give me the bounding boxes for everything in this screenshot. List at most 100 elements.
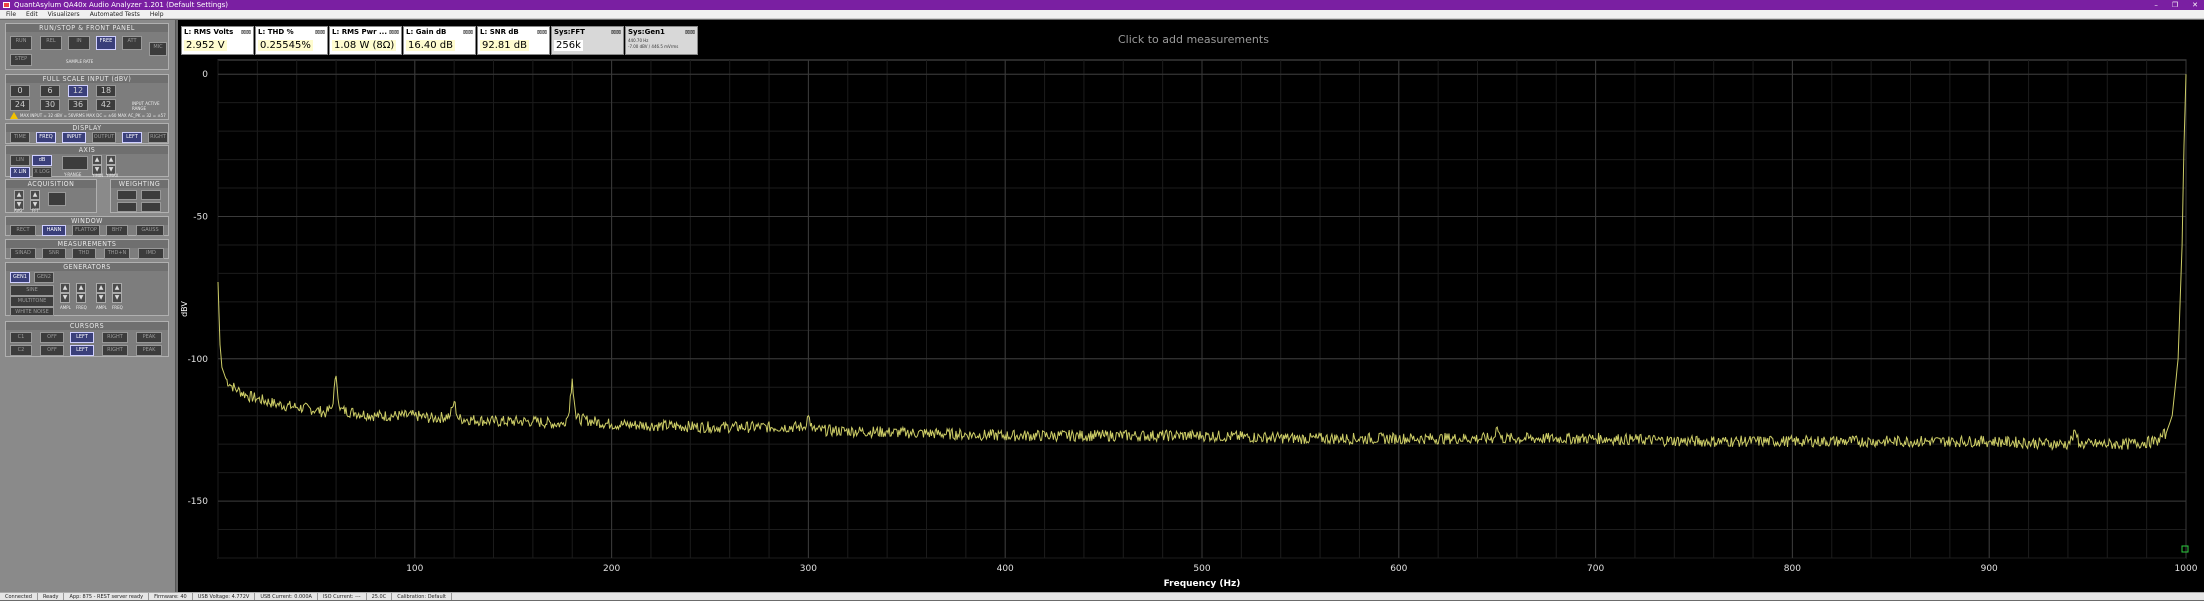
range-6-button[interactable]: 6: [40, 85, 60, 97]
gen2-ampl-down[interactable]: ▼: [96, 293, 106, 303]
hann-window-button[interactable]: HANN: [42, 225, 66, 236]
close-icon[interactable]: ⊠⊠: [315, 29, 325, 36]
cursor2-left-button[interactable]: LEFT: [70, 345, 94, 356]
weighting-a-button[interactable]: [117, 190, 137, 200]
att-button[interactable]: ATT: [122, 36, 142, 50]
menu-edit[interactable]: Edit: [26, 10, 38, 18]
close-icon[interactable]: ⊠⊠: [389, 29, 399, 36]
freq-button[interactable]: FREQ: [36, 132, 56, 143]
menu-automated-tests[interactable]: Automated Tests: [90, 10, 140, 18]
in-button[interactable]: IN: [68, 36, 90, 50]
left-channel-button[interactable]: LEFT: [122, 132, 142, 143]
x-lin-button[interactable]: X LIN: [10, 167, 30, 178]
gen1-ampl-down[interactable]: ▼: [60, 293, 70, 303]
gen2-button[interactable]: GEN2: [34, 272, 54, 283]
flattop-window-button[interactable]: FLATTOP: [72, 225, 100, 236]
menu-help[interactable]: Help: [150, 10, 164, 18]
x-log-button[interactable]: X LOG: [32, 167, 52, 178]
sine-button[interactable]: SINE: [10, 285, 54, 296]
gen2-freq-up[interactable]: ▲: [112, 283, 122, 293]
readout-gen1[interactable]: Sys:Gen1 ⊠⊠ 440.70 Hz -7.00 dBV / 446.5 …: [625, 26, 698, 55]
rect-window-button[interactable]: RECT: [10, 225, 36, 236]
range-30-button[interactable]: 30: [40, 99, 60, 111]
free-button[interactable]: FREE: [96, 36, 116, 50]
weighting-section: WEIGHTING: [110, 179, 169, 213]
range-12-button[interactable]: 12: [68, 85, 88, 97]
weighting-c-button[interactable]: [141, 190, 161, 200]
cursor1-off-button[interactable]: OFF: [40, 332, 64, 343]
spectrum-plot-area[interactable]: 100 200 300 400 500 600 700 800 900 1000 0 -50 -100 -…: [178, 20, 2204, 592]
cursor2-label[interactable]: C2: [10, 345, 32, 356]
add-measurements-link[interactable]: Click to add measurements: [1118, 33, 1269, 46]
step-button[interactable]: STEP: [10, 54, 32, 66]
range-42-button[interactable]: 42: [96, 99, 116, 111]
white-noise-button[interactable]: WHITE NOISE: [10, 307, 54, 316]
thdn-button[interactable]: THD+N: [104, 248, 130, 259]
close-icon[interactable]: ⊠⊠: [463, 29, 473, 36]
cursor2-right-button[interactable]: RIGHT: [102, 345, 128, 356]
y-lin-button[interactable]: LIN: [10, 155, 30, 166]
close-icon[interactable]: ⊠⊠: [611, 29, 621, 36]
acq-mode-button[interactable]: [48, 192, 66, 206]
close-icon[interactable]: ⊠⊠: [537, 29, 547, 36]
time-button[interactable]: TIME: [10, 132, 30, 143]
gen1-button[interactable]: GEN1: [10, 272, 30, 283]
input-button[interactable]: INPUT: [62, 132, 86, 143]
y-max-up[interactable]: ▲: [106, 155, 116, 165]
gen1-freq-up[interactable]: ▲: [76, 283, 86, 293]
minimize-button[interactable]: –: [2154, 0, 2158, 10]
status-firmware: Firmware: 40: [149, 593, 193, 600]
fullscale-title: FULL SCALE INPUT (dBV): [6, 75, 168, 83]
menu-file[interactable]: File: [6, 10, 16, 18]
readout-rms-power[interactable]: L: RMS Pwr ... ⊠⊠ 1.08 W (8Ω): [329, 26, 402, 55]
gen2-ampl-up[interactable]: ▲: [96, 283, 106, 293]
range-36-button[interactable]: 36: [68, 99, 88, 111]
y-range-control[interactable]: [62, 156, 88, 170]
cursor1-right-button[interactable]: RIGHT: [102, 332, 128, 343]
readout-thd[interactable]: L: THD % ⊠⊠ 0.25545%: [255, 26, 328, 55]
gen2-freq-down[interactable]: ▼: [112, 293, 122, 303]
right-channel-button[interactable]: RIGHT: [148, 132, 168, 143]
range-18-button[interactable]: 18: [96, 85, 116, 97]
range-0-button[interactable]: 0: [10, 85, 30, 97]
cursor2-off-button[interactable]: OFF: [40, 345, 64, 356]
thd-button[interactable]: THD: [72, 248, 96, 259]
measurement-readouts: L: RMS Volts ⊠⊠ 2.952 V L: THD % ⊠⊠ 0.25…: [181, 26, 699, 55]
close-icon[interactable]: ⊠⊠: [685, 29, 695, 36]
fft-up[interactable]: ▲: [30, 190, 40, 200]
axis-title: AXIS: [6, 146, 168, 154]
readout-snr[interactable]: L: SNR dB ⊠⊠ 92.81 dB: [477, 26, 550, 55]
readout-gain[interactable]: L: Gain dB ⊠⊠ 16.40 dB: [403, 26, 476, 55]
cursor1-label[interactable]: C1: [10, 332, 32, 343]
cursor1-peak-button[interactable]: PEAK: [136, 332, 162, 343]
readout-value: 0.25545%: [258, 40, 313, 51]
avg-up[interactable]: ▲: [14, 190, 24, 200]
sinad-button[interactable]: SINAD: [10, 248, 36, 259]
cursor1-left-button[interactable]: LEFT: [70, 332, 94, 343]
mic-button[interactable]: MIC: [149, 42, 167, 56]
multitone-button[interactable]: MULTITONE: [10, 296, 54, 307]
run-button[interactable]: RUN: [10, 36, 32, 50]
menu-visualizers[interactable]: Visualizers: [48, 10, 80, 18]
range-24-button[interactable]: 24: [10, 99, 30, 111]
gen1-freq-down[interactable]: ▼: [76, 293, 86, 303]
spectrum-chart[interactable]: 100 200 300 400 500 600 700 800 900 1000 0 -50 -100 -…: [178, 20, 2204, 592]
readout-fft[interactable]: Sys:FFT ⊠⊠ 256k: [551, 26, 624, 55]
rel-button[interactable]: REL: [40, 36, 62, 50]
weighting-z-button[interactable]: [141, 202, 161, 212]
imd-button[interactable]: IMD: [138, 248, 164, 259]
y-min-up[interactable]: ▲: [92, 155, 102, 165]
maximize-button[interactable]: ❐: [2172, 0, 2178, 10]
close-button[interactable]: ✕: [2192, 0, 2198, 10]
cursor2-peak-button[interactable]: PEAK: [136, 345, 162, 356]
output-button[interactable]: OUTPUT: [92, 132, 116, 143]
bh7-window-button[interactable]: BH7: [106, 225, 128, 236]
gen1-ampl-up[interactable]: ▲: [60, 283, 70, 293]
fft-label: FFT: [32, 208, 39, 213]
close-icon[interactable]: ⊠⊠: [241, 29, 251, 36]
snr-button[interactable]: SNR: [42, 248, 66, 259]
gauss-window-button[interactable]: GAUSS: [136, 225, 164, 236]
y-db-button[interactable]: dB: [32, 155, 52, 166]
readout-rms-volts[interactable]: L: RMS Volts ⊠⊠ 2.952 V: [181, 26, 254, 55]
weighting-none-button[interactable]: [117, 202, 137, 212]
